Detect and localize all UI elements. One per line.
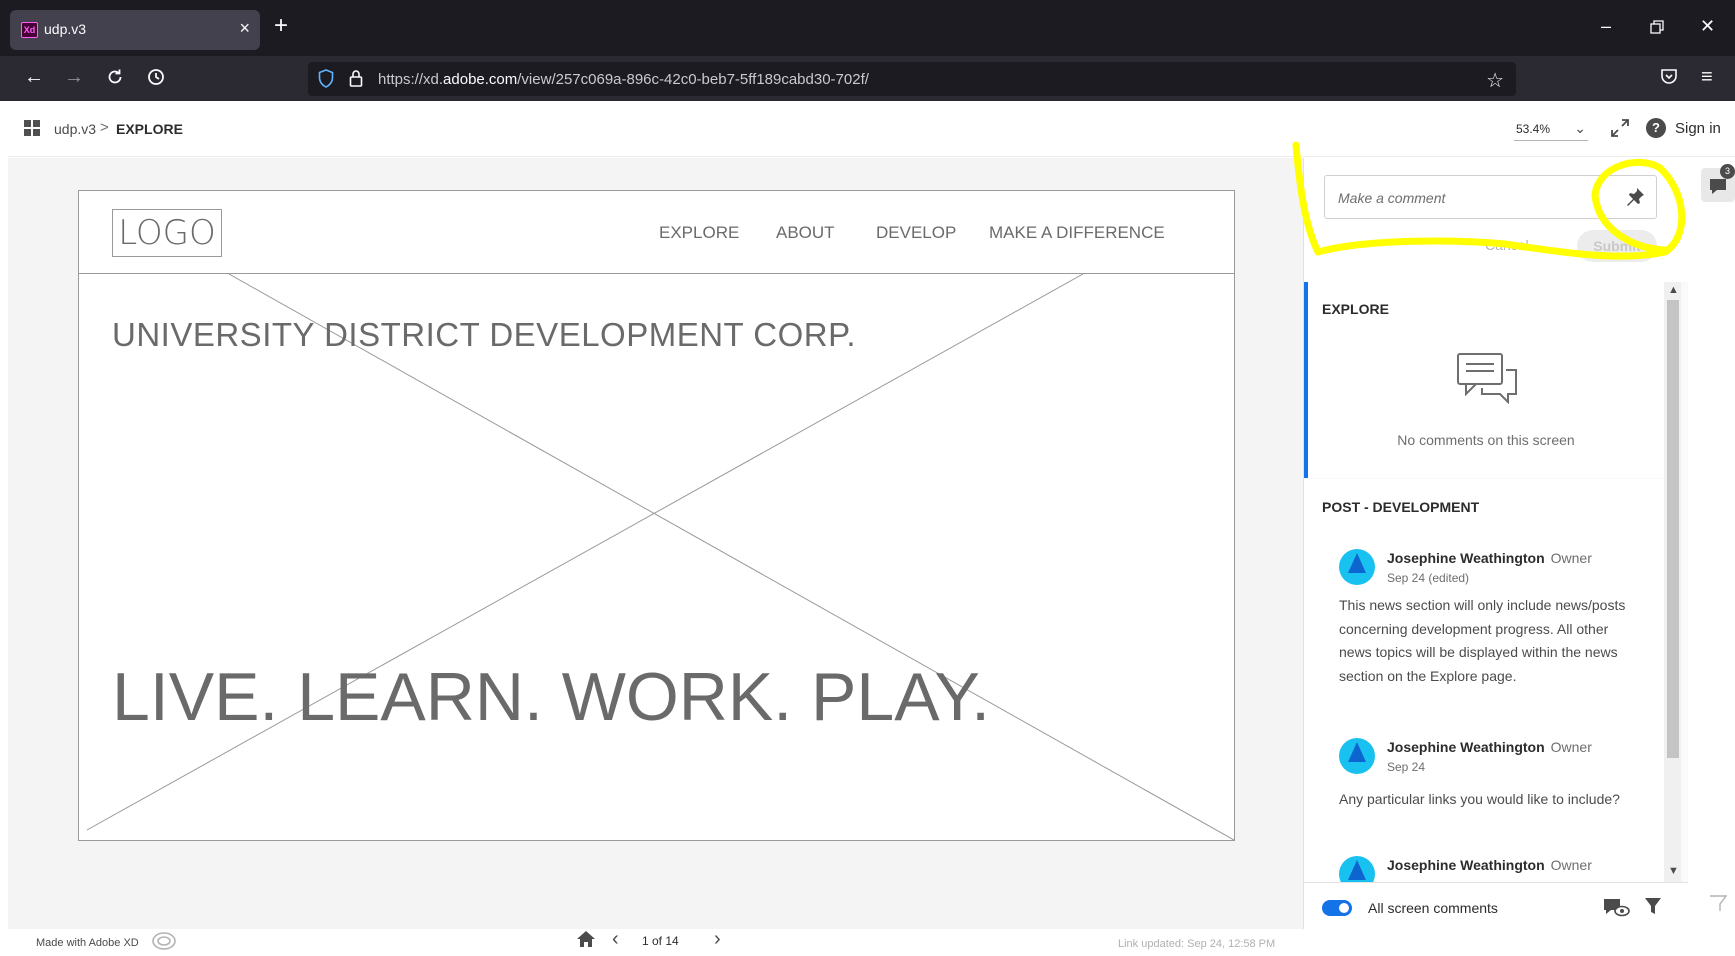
new-tab-icon[interactable]: +	[274, 14, 288, 38]
back-icon[interactable]: ←	[24, 66, 44, 88]
comment-author: Josephine Weathington Owner	[1387, 739, 1592, 755]
artboard-logo: LOGO	[112, 209, 222, 257]
made-with-adobe-xd: Made with Adobe XD	[36, 937, 139, 949]
artboard-navbar: LOGO EXPLORE ABOUT DEVELOP MAKE A DIFFER…	[79, 191, 1234, 274]
comment-section-post-development: POST - DEVELOPMENT Josephine Weathington…	[1304, 479, 1664, 882]
scroll-thumb[interactable]	[1667, 300, 1679, 758]
toggle-label: All screen comments	[1368, 900, 1498, 916]
artboard-nav-explore[interactable]: EXPLORE	[659, 223, 739, 243]
comment-input-placeholder: Make a comment	[1338, 190, 1446, 206]
zoom-select[interactable]: 53.4% ⌄	[1514, 119, 1588, 141]
comment-role: Owner	[1550, 550, 1592, 566]
comment-date: Sep 24 (edited)	[1387, 571, 1470, 585]
comments-scrollbar[interactable]: ▲ ▼	[1664, 282, 1681, 882]
comment-body: This news section will only include news…	[1339, 597, 1626, 684]
artboard-title: UNIVERSITY DISTRICT DEVELOPMENT CORP.	[112, 316, 857, 353]
comment-count-badge: 3	[1720, 164, 1735, 179]
pocket-icon[interactable]	[1660, 68, 1678, 90]
filter-icon[interactable]	[1644, 896, 1662, 921]
link-updated-text: Link updated: Sep 24, 12:58 PM	[1118, 938, 1276, 950]
browser-tab[interactable]: Xd udp.v3 ×	[10, 10, 260, 50]
comments-toggle-button[interactable]: 3	[1701, 164, 1735, 202]
tracking-shield-icon[interactable]	[318, 69, 334, 93]
breadcrumb-document[interactable]: udp.v3	[54, 121, 96, 137]
url-text[interactable]: https://xd.adobe.com/view/257c069a-896c-…	[378, 71, 869, 88]
bookmark-star-icon[interactable]: ☆	[1486, 68, 1504, 93]
artboard-nav-develop[interactable]: DEVELOP	[876, 223, 956, 243]
xd-viewer: udp.v3 > EXPLORE 53.4% ⌄ ? Sign in LOGO …	[8, 101, 1735, 950]
show-pins-icon[interactable]	[1602, 897, 1630, 922]
reload-icon[interactable]	[106, 68, 124, 91]
tab-title: udp.v3	[44, 21, 87, 37]
artboard-nav-make-a-difference[interactable]: MAKE A DIFFERENCE	[989, 223, 1165, 243]
image-placeholder-cross	[86, 274, 1234, 840]
browser-window: Xd udp.v3 × + – ✕ ← → https://xd.adobe.c…	[0, 0, 1735, 950]
scroll-up-icon[interactable]: ▲	[1668, 284, 1679, 296]
sign-in-link[interactable]: Sign in	[1675, 120, 1721, 137]
previous-screen-icon[interactable]: ‹	[612, 928, 619, 951]
comment-role: Owner	[1550, 739, 1592, 755]
next-screen-icon[interactable]: ›	[714, 928, 721, 951]
fullscreen-icon[interactable]	[1610, 118, 1630, 143]
xd-favicon-icon: Xd	[21, 22, 38, 38]
creative-cloud-icon	[151, 931, 177, 956]
avatar	[1339, 856, 1375, 882]
comment-section-explore: EXPLORE No comments on this screen	[1304, 282, 1664, 478]
lock-icon[interactable]	[349, 69, 363, 92]
breadcrumb-screen: EXPLORE	[116, 121, 183, 137]
artboard-nav-about[interactable]: ABOUT	[776, 223, 835, 243]
artboard[interactable]: LOGO EXPLORE ABOUT DEVELOP MAKE A DIFFER…	[78, 190, 1235, 841]
comment-date: Sep 24	[1387, 760, 1426, 774]
no-comments-icon	[1456, 352, 1520, 409]
prototype-canvas: LOGO EXPLORE ABOUT DEVELOP MAKE A DIFFER…	[8, 158, 1303, 950]
no-comments-text: No comments on this screen	[1397, 432, 1575, 448]
help-icon[interactable]: ?	[1646, 118, 1666, 138]
close-window-icon[interactable]: ✕	[1700, 16, 1715, 37]
address-bar[interactable]: https://xd.adobe.com/view/257c069a-896c-…	[308, 62, 1516, 96]
avatar	[1339, 738, 1375, 774]
home-icon[interactable]	[576, 930, 596, 953]
zoom-value: 53.4%	[1516, 122, 1551, 136]
minimize-icon[interactable]: –	[1601, 16, 1611, 37]
comment-list: EXPLORE No comments on this screen POST …	[1304, 282, 1689, 882]
scroll-down-icon[interactable]: ▼	[1668, 865, 1679, 877]
chevron-down-icon: ⌄	[1574, 120, 1586, 136]
artboard-tagline: LIVE. LEARN. WORK. PLAY.	[112, 659, 991, 735]
grid-view-icon[interactable]	[24, 120, 41, 137]
comment-role: Owner	[1550, 857, 1592, 873]
section-title: EXPLORE	[1322, 301, 1389, 317]
restore-icon[interactable]	[1650, 18, 1664, 39]
comment-body: Any particular links you would like to i…	[1339, 791, 1620, 807]
section-title: POST - DEVELOPMENT	[1322, 499, 1480, 515]
menu-icon[interactable]: ≡	[1701, 66, 1713, 88]
comment-author: Josephine Weathington Owner	[1387, 857, 1592, 873]
forward-icon[interactable]: →	[64, 66, 84, 88]
collapse-panel-icon[interactable]	[1709, 894, 1728, 917]
navigation-bar: ← → https://xd.adobe.com/view/257c069a-8…	[0, 56, 1735, 101]
breadcrumb-separator: >	[100, 119, 109, 136]
submit-button[interactable]: Submit	[1577, 230, 1657, 262]
cancel-button[interactable]: Cancel	[1485, 237, 1529, 253]
url-domain: adobe.com	[443, 71, 518, 88]
avatar	[1339, 549, 1375, 585]
pin-icon[interactable]	[1624, 186, 1646, 213]
history-icon[interactable]	[147, 68, 165, 91]
comments-panel: Make a comment Cancel Submit EXPLORE No …	[1303, 158, 1689, 929]
tab-close-icon[interactable]: ×	[239, 18, 250, 39]
right-rail: 3	[1688, 158, 1735, 929]
all-screen-comments-toggle[interactable]	[1322, 900, 1352, 916]
comments-footer: All screen comments	[1304, 882, 1689, 929]
comment-input[interactable]: Make a comment	[1324, 175, 1657, 219]
page-indicator: 1 of 14	[642, 934, 679, 948]
viewer-header: udp.v3 > EXPLORE 53.4% ⌄ ? Sign in	[8, 101, 1735, 157]
tab-bar: Xd udp.v3 × + – ✕	[0, 0, 1735, 56]
comment-author: Josephine Weathington Owner	[1387, 550, 1592, 566]
